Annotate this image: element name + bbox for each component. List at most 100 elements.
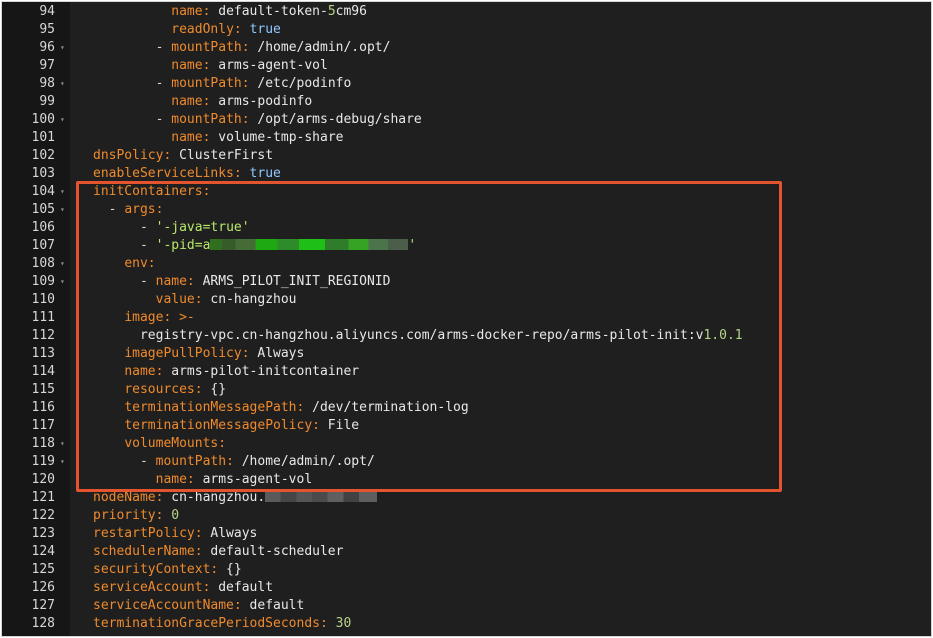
code-token: value: bbox=[155, 292, 203, 307]
code-token: default bbox=[210, 580, 274, 595]
fold-chevron-icon[interactable]: ▾ bbox=[60, 111, 68, 129]
code-token: mountPath: bbox=[155, 454, 234, 469]
line-number: 103 bbox=[31, 166, 55, 181]
line-number: 98 bbox=[39, 76, 55, 91]
code-line[interactable]: 104 ▾ initContainers: bbox=[2, 183, 931, 201]
code-token: - bbox=[93, 454, 156, 469]
code-line[interactable]: 117 terminationMessagePolicy: File bbox=[2, 417, 931, 435]
code-token: env: bbox=[124, 256, 156, 271]
code-token: - bbox=[93, 220, 156, 235]
code-line[interactable]: 124 schedulerName: default-scheduler bbox=[2, 543, 931, 561]
code-token: arms-podinfo bbox=[210, 94, 313, 109]
code-line[interactable]: 97 name: arms-agent-vol bbox=[2, 57, 931, 75]
code-text: - mountPath: /etc/podinfo bbox=[93, 75, 352, 93]
fold-chevron-icon[interactable]: ▾ bbox=[60, 255, 68, 273]
code-token: File bbox=[319, 418, 360, 433]
code-token: default-scheduler bbox=[202, 544, 344, 559]
line-number: 99 bbox=[39, 94, 55, 109]
line-number: 104 bbox=[31, 184, 55, 199]
fold-chevron-icon[interactable]: ▾ bbox=[60, 435, 68, 453]
code-line[interactable]: 94 name: default-token-5cm96 bbox=[2, 3, 931, 21]
code-line[interactable]: 107 - '-pid=a ' bbox=[2, 237, 931, 255]
code-line[interactable]: 114 name: arms-pilot-initcontainer bbox=[2, 363, 931, 381]
code-line[interactable]: 127 serviceAccountName: default bbox=[2, 597, 931, 615]
line-number: 108 bbox=[31, 256, 55, 271]
code-line[interactable]: 108 ▾ env: bbox=[2, 255, 931, 273]
fold-chevron-icon[interactable]: ▾ bbox=[60, 183, 68, 201]
code-line[interactable]: 119 ▾ - mountPath: /home/admin/.opt/ bbox=[2, 453, 931, 471]
code-token: mountPath: bbox=[171, 76, 250, 91]
fold-chevron-icon[interactable]: ▾ bbox=[60, 453, 68, 471]
code-line[interactable]: 95 readOnly: true bbox=[2, 21, 931, 39]
code-line[interactable]: 106 - '-java=true' bbox=[2, 219, 931, 237]
code-text: - name: ARMS_PILOT_INIT_REGIONID bbox=[93, 273, 390, 291]
code-line[interactable]: 113 imagePullPolicy: Always bbox=[2, 345, 931, 363]
code-line[interactable]: 118 ▾ volumeMounts: bbox=[2, 435, 931, 453]
code-line[interactable]: 96 ▾ - mountPath: /home/admin/.opt/ bbox=[2, 39, 931, 57]
code-token: default bbox=[241, 598, 305, 613]
fold-chevron-icon[interactable]: ▾ bbox=[60, 75, 68, 93]
code-line[interactable]: 112 registry-vpc.cn-hangzhou.aliyuncs.co… bbox=[2, 327, 931, 345]
code-token: /home/admin/.opt/ bbox=[249, 40, 391, 55]
code-token: imagePullPolicy: bbox=[124, 346, 250, 361]
code-line[interactable]: 120 name: arms-agent-vol bbox=[2, 471, 931, 489]
line-number: 100 bbox=[31, 112, 55, 127]
code-line[interactable]: 116 terminationMessagePath: /dev/termina… bbox=[2, 399, 931, 417]
code-line[interactable]: 110 value: cn-hangzhou bbox=[2, 291, 931, 309]
code-text: restartPolicy: Always bbox=[93, 525, 257, 543]
code-text: schedulerName: default-scheduler bbox=[93, 543, 343, 561]
redacted-value bbox=[210, 239, 409, 250]
fold-chevron-icon[interactable]: ▾ bbox=[60, 201, 68, 219]
code-line[interactable]: 111 image: >- bbox=[2, 309, 931, 327]
code-line[interactable]: 126 serviceAccount: default bbox=[2, 579, 931, 597]
line-number: 101 bbox=[31, 130, 55, 145]
code-line[interactable]: 102 dnsPolicy: ClusterFirst bbox=[2, 147, 931, 165]
code-token: - bbox=[93, 202, 125, 217]
code-line[interactable]: 103 enableServiceLinks: true bbox=[2, 165, 931, 183]
code-token: /opt/arms-debug/share bbox=[249, 112, 422, 127]
code-token: name: bbox=[171, 130, 211, 145]
code-line[interactable]: 125 securityContext: {} bbox=[2, 561, 931, 579]
code-line[interactable]: 128 terminationGracePeriodSeconds: 30 bbox=[2, 615, 931, 633]
code-token: 0 bbox=[171, 508, 180, 523]
code-token: default-token- bbox=[210, 4, 328, 19]
code-token: nodeName: bbox=[93, 490, 164, 505]
yaml-editor[interactable]: 94 name: default-token-5cm96 95 readOnly:… bbox=[2, 2, 931, 636]
code-line[interactable]: 123 restartPolicy: Always bbox=[2, 525, 931, 543]
code-text: - mountPath: /home/admin/.opt/ bbox=[93, 453, 375, 471]
code-line[interactable]: 109 ▾ - name: ARMS_PILOT_INIT_REGIONID bbox=[2, 273, 931, 291]
code-token: registry-vpc.cn-hangzhou.aliyuncs.com/ar… bbox=[93, 328, 704, 343]
code-text: name: arms-podinfo bbox=[93, 93, 312, 111]
code-line[interactable]: 105 ▾ - args: bbox=[2, 201, 931, 219]
code-line[interactable]: 100 ▾ - mountPath: /opt/arms-debug/share bbox=[2, 111, 931, 129]
code-line[interactable]: 121 nodeName: cn-hangzhou. bbox=[2, 489, 931, 507]
code-token: - bbox=[93, 112, 172, 127]
fold-chevron-icon[interactable]: ▾ bbox=[60, 39, 68, 57]
code-token: resources: bbox=[124, 382, 203, 397]
code-text: dnsPolicy: ClusterFirst bbox=[93, 147, 273, 165]
code-token: arms-agent-vol bbox=[210, 58, 328, 73]
code-token: terminationMessagePath: bbox=[124, 400, 305, 415]
code-token: - bbox=[93, 238, 156, 253]
line-number: 96 bbox=[39, 40, 55, 55]
line-number: 115 bbox=[31, 382, 55, 397]
code-text: imagePullPolicy: Always bbox=[93, 345, 304, 363]
code-line[interactable]: 115 resources: {} bbox=[2, 381, 931, 399]
code-line[interactable]: 98 ▾ - mountPath: /etc/podinfo bbox=[2, 75, 931, 93]
line-number: 107 bbox=[31, 238, 55, 253]
code-line[interactable]: 101 name: volume-tmp-share bbox=[2, 129, 931, 147]
code-line[interactable]: 122 priority: 0 bbox=[2, 507, 931, 525]
code-token: volume-tmp-share bbox=[210, 130, 344, 145]
code-line[interactable]: 99 name: arms-podinfo bbox=[2, 93, 931, 111]
line-number: 117 bbox=[31, 418, 55, 433]
fold-chevron-icon[interactable]: ▾ bbox=[60, 273, 68, 291]
code-token: name: bbox=[171, 94, 211, 109]
line-number: 123 bbox=[31, 526, 55, 541]
code-token: ARMS_PILOT_INIT_REGIONID bbox=[194, 274, 391, 289]
